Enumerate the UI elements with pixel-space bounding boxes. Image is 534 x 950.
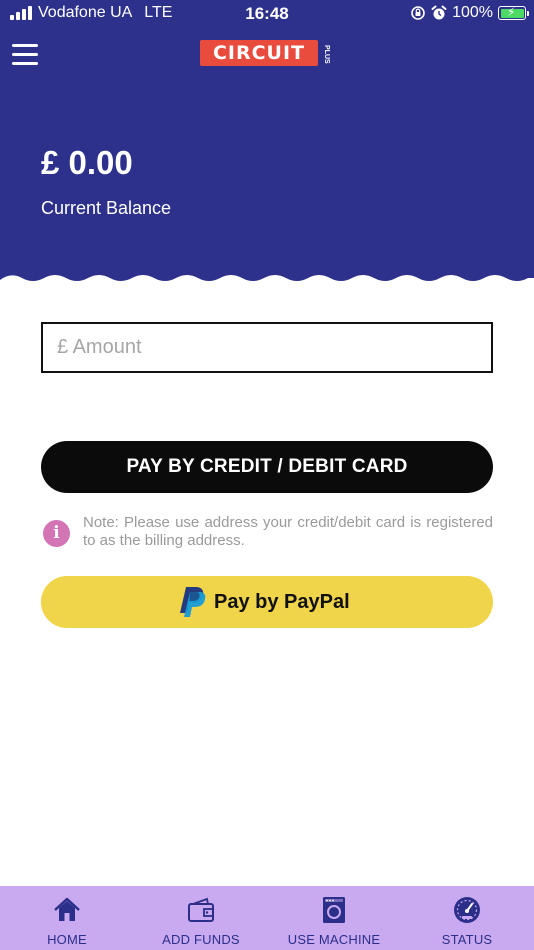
info-icon: i (43, 520, 70, 547)
battery-icon: ⚡ (498, 5, 529, 20)
logo-text: CIRCUIT (212, 42, 306, 64)
battery-percent: 100% (452, 4, 493, 21)
circuit-logo: CIRCUIT PLUS (200, 39, 332, 69)
tab-label: USE MACHINE (287, 932, 381, 947)
tab-status[interactable]: STATUS (428, 886, 506, 950)
paypal-button-label: Pay by PayPal (214, 591, 350, 613)
tab-label: ADD FUNDS (162, 932, 240, 947)
alarm-icon (431, 5, 447, 20)
tab-home[interactable]: HOME (22, 886, 112, 950)
washing-machine-icon (323, 897, 345, 923)
tab-add-funds[interactable]: ADD FUNDS (150, 886, 252, 950)
tab-label: HOME (47, 932, 87, 947)
orientation-lock-icon (411, 6, 425, 20)
amount-input[interactable] (41, 322, 493, 373)
gauge-icon (454, 897, 480, 923)
pay-by-paypal-button[interactable]: Pay by PayPal (41, 576, 493, 628)
balance-label: Current Balance (41, 198, 172, 218)
balance-amount: £ 0.00 (41, 144, 133, 181)
tab-label: STATUS (441, 932, 493, 947)
wallet-icon (188, 897, 214, 922)
logo-plus: PLUS (323, 44, 330, 64)
paypal-icon (180, 587, 206, 617)
hamburger-menu-icon[interactable] (12, 42, 40, 66)
billing-note: Note: Please use address your credit/deb… (83, 514, 493, 549)
status-right: 100% ⚡ (410, 4, 529, 22)
pay-by-card-button[interactable]: PAY BY CREDIT / DEBIT CARD (41, 441, 493, 493)
tab-use-machine[interactable]: USE MACHINE (278, 886, 390, 950)
status-bar: Vodafone UA LTE 16:48 100% ⚡ (0, 0, 534, 28)
home-icon (54, 897, 80, 921)
wave-divider (0, 275, 534, 286)
bottom-tab-bar: HOME ADD FUNDS USE MACHINE STATUS (0, 886, 534, 950)
